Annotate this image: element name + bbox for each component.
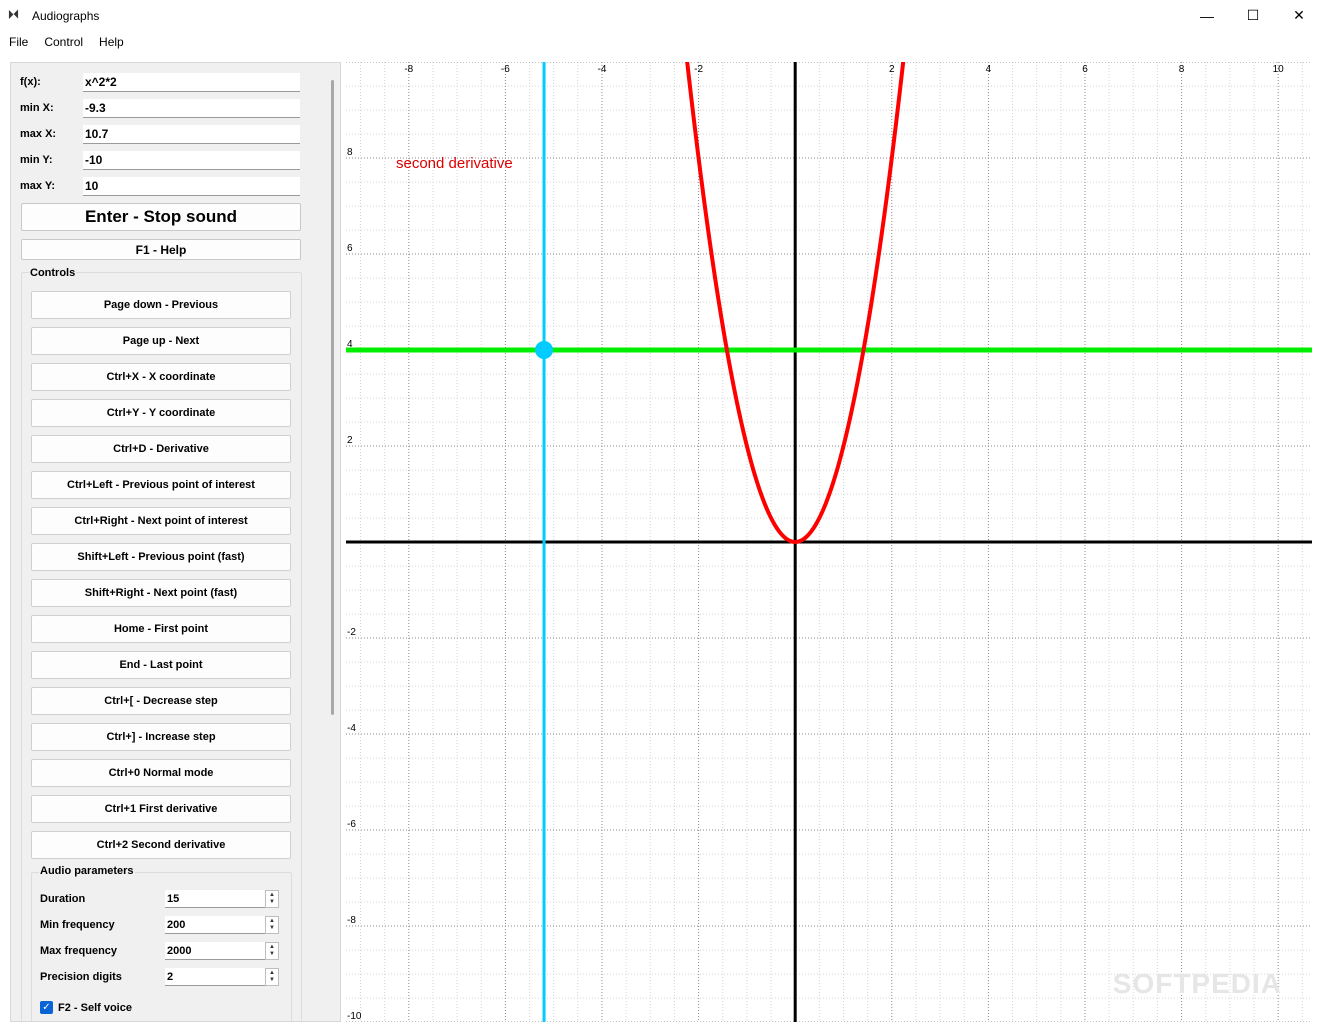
min-frequency-input[interactable]: 200 [165,916,265,934]
next-poi-button[interactable]: Ctrl+Right - Next point of interest [31,507,291,535]
minimize-button[interactable]: — [1184,0,1230,31]
max-frequency-input[interactable]: 2000 [165,942,265,960]
spin-down-icon[interactable]: ▼ [269,977,275,984]
duration-input[interactable]: 15 [165,890,265,908]
min-y-row: min Y: -10 [20,150,300,170]
min-y-label: min Y: [20,154,53,166]
x-tick-label: -6 [501,64,510,75]
x-tick-label: 8 [1179,64,1185,75]
control-panel: f(x): x^2*2 min X: -9.3 max X: 10.7 min … [10,62,341,1022]
y-tick-label: -4 [347,723,356,734]
min-frequency-row: Min frequency 200 ▲ ▼ [40,916,279,934]
first-derivative-button[interactable]: Ctrl+1 First derivative [31,795,291,823]
menu-bar: File Control Help [0,31,1322,52]
x-coordinate-button[interactable]: Ctrl+X - X coordinate [31,363,291,391]
panel-scrollbar[interactable] [331,80,334,715]
previous-button[interactable]: Page down - Previous [31,291,291,319]
menu-help[interactable]: Help [94,35,129,49]
close-button[interactable]: ✕ [1276,0,1322,31]
x-tick-label: 2 [889,64,895,75]
duration-row: Duration 15 ▲ ▼ [40,890,279,908]
x-tick-label: 10 [1273,64,1285,75]
y-coordinate-button[interactable]: Ctrl+Y - Y coordinate [31,399,291,427]
menu-control[interactable]: Control [39,35,88,49]
max-y-input[interactable]: 10 [83,176,300,196]
min-frequency-label: Min frequency [40,919,115,931]
self-voice-label: F2 - Self voice [58,1001,132,1014]
spin-up-icon[interactable]: ▲ [269,970,275,977]
first-point-button[interactable]: Home - First point [31,615,291,643]
window-controls: — ☐ ✕ [1184,0,1322,31]
y-tick-label: 2 [347,435,353,446]
x-tick-label: 6 [1082,64,1088,75]
spin-up-icon[interactable]: ▲ [269,892,275,899]
y-tick-label: 6 [347,243,353,254]
decrease-step-button[interactable]: Ctrl+[ - Decrease step [31,687,291,715]
function-row: f(x): x^2*2 [20,72,300,92]
y-tick-label: -8 [347,915,356,926]
max-frequency-label: Max frequency [40,945,118,957]
max-x-row: max X: 10.7 [20,124,300,144]
mode-label: second derivative [396,155,513,172]
function-input[interactable]: x^2*2 [83,72,300,92]
y-tick-label: 8 [347,147,353,158]
max-x-input[interactable]: 10.7 [83,124,300,144]
second-derivative-button[interactable]: Ctrl+2 Second derivative [31,831,291,859]
cursor-point[interactable] [535,341,554,359]
audiographs-icon: ⏵⏴ [8,9,19,21]
min-x-input[interactable]: -9.3 [83,98,300,118]
next-fast-button[interactable]: Shift+Right - Next point (fast) [31,579,291,607]
duration-spinner[interactable]: ▲ ▼ [265,890,279,908]
normal-mode-button[interactable]: Ctrl+0 Normal mode [31,759,291,787]
max-y-label: max Y: [20,180,56,192]
max-frequency-row: Max frequency 2000 ▲ ▼ [40,942,279,960]
increase-step-button[interactable]: Ctrl+] - Increase step [31,723,291,751]
x-tick-label: -4 [598,64,607,75]
max-x-label: max X: [20,128,57,140]
y-tick-label: -6 [347,819,356,830]
previous-fast-button[interactable]: Shift+Left - Previous point (fast) [31,543,291,571]
min-frequency-spinner[interactable]: ▲ ▼ [265,916,279,934]
precision-digits-label: Precision digits [40,971,122,983]
min-x-row: min X: -9.3 [20,98,300,118]
help-button[interactable]: F1 - Help [21,239,301,260]
watermark: SOFTPEDIA [1112,968,1282,999]
spin-down-icon[interactable]: ▼ [269,951,275,958]
previous-poi-button[interactable]: Ctrl+Left - Previous point of interest [31,471,291,499]
spin-down-icon[interactable]: ▼ [269,899,275,906]
x-tick-label: -8 [404,64,413,75]
x-tick-label: -2 [694,64,703,75]
max-y-row: max Y: 10 [20,176,300,196]
window-title: Audiographs [32,8,100,23]
controls-title: Controls [29,267,77,279]
audio-parameters-title: Audio parameters [39,865,135,877]
min-y-input[interactable]: -10 [83,150,300,170]
maximize-button[interactable]: ☐ [1230,0,1276,31]
next-button[interactable]: Page up - Next [31,327,291,355]
duration-label: Duration [40,893,86,905]
derivative-button[interactable]: Ctrl+D - Derivative [31,435,291,463]
spin-up-icon[interactable]: ▲ [269,918,275,925]
enter-stop-sound-button[interactable]: Enter - Stop sound [21,203,301,231]
precision-digits-row: Precision digits 2 ▲ ▼ [40,968,279,986]
min-x-label: min X: [20,102,54,114]
spin-down-icon[interactable]: ▼ [269,925,275,932]
graph-canvas[interactable]: -8 -6 -4 -2 2 4 6 8 10 8 6 4 2 -2 -4 -6 -8 -10 second deri… [346,62,1312,1022]
precision-digits-input[interactable]: 2 [165,968,265,986]
spin-up-icon[interactable]: ▲ [269,944,275,951]
function-label: f(x): [20,76,41,88]
checkmark-icon: ✓ [42,1002,51,1013]
last-point-button[interactable]: End - Last point [31,651,291,679]
y-tick-label: -10 [347,1011,362,1022]
y-tick-label: -2 [347,627,356,638]
precision-digits-spinner[interactable]: ▲ ▼ [265,968,279,986]
graph-svg[interactable]: -8 -6 -4 -2 2 4 6 8 108642-2-4-6-8-10second deri… [346,62,1312,1022]
title-bar: ⏵⏴ Audiographs — ☐ ✕ [0,0,1322,31]
max-frequency-spinner[interactable]: ▲ ▼ [265,942,279,960]
x-tick-label: 4 [986,64,992,75]
self-voice-row: ✓ F2 - Self voice [40,1001,132,1014]
self-voice-checkbox[interactable]: ✓ [40,1001,53,1014]
menu-file[interactable]: File [4,35,33,49]
